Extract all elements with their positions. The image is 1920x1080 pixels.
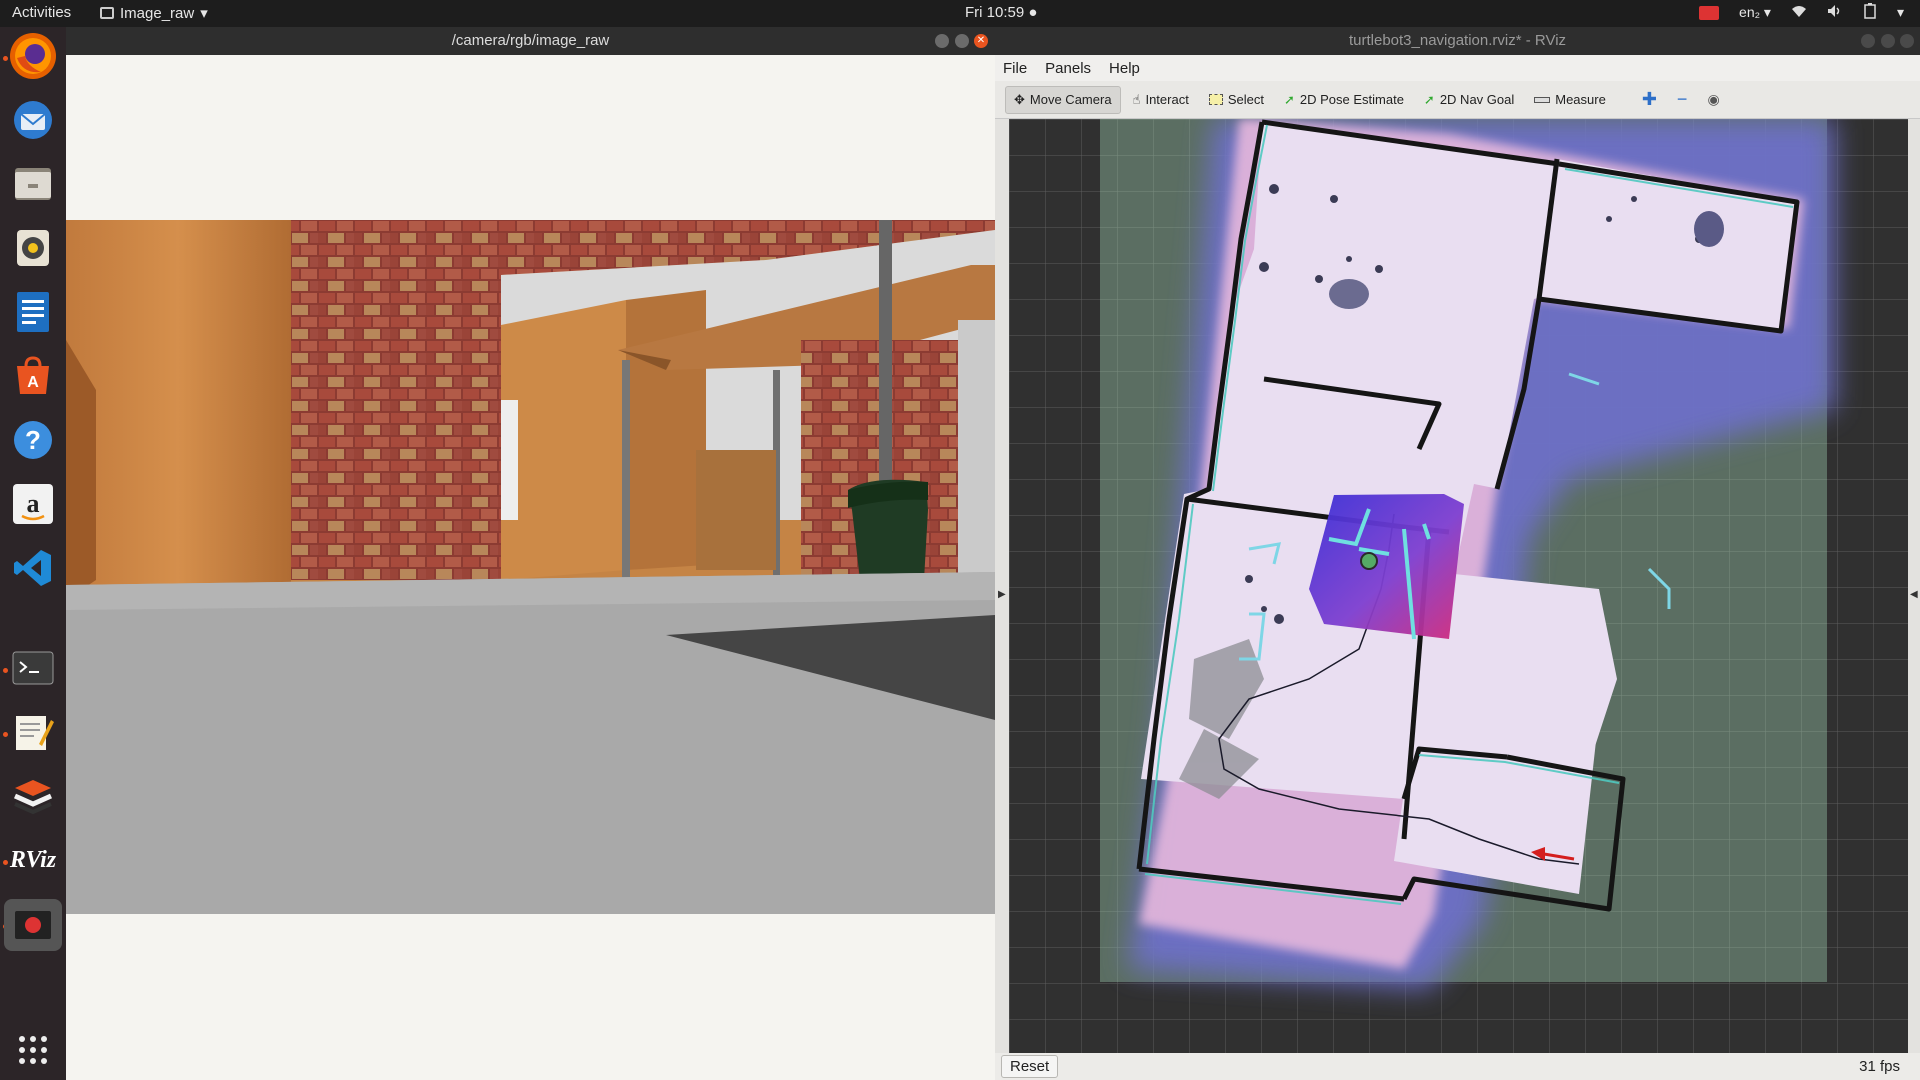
screen-recorder-icon[interactable]: [4, 899, 62, 951]
language-indicator[interactable]: en₂ ▾: [1739, 4, 1771, 21]
pose-estimate-tool[interactable]: ➚ 2D Pose Estimate: [1276, 87, 1412, 113]
screen-record-icon[interactable]: [1699, 5, 1720, 20]
plus-icon: ✚: [1641, 89, 1657, 109]
running-indicator: [3, 860, 8, 865]
volume-icon: [1827, 4, 1843, 21]
move-camera-icon: ✥: [1014, 91, 1025, 107]
window-titlebar[interactable]: /camera/rgb/image_raw ✕: [66, 27, 995, 55]
add-tool-button[interactable]: ✚: [1634, 84, 1665, 115]
chevron-right-icon: ▶: [998, 589, 1006, 600]
minus-icon: −: [1676, 89, 1688, 109]
window-title: /camera/rgb/image_raw: [451, 32, 610, 49]
interact-tool[interactable]: ☝ Interact: [1125, 87, 1197, 113]
clock[interactable]: Fri 10:59 ●: [965, 4, 1037, 21]
activities-button[interactable]: Activities: [12, 4, 71, 21]
show-applications-icon[interactable]: [10, 1027, 56, 1073]
tool-label: 2D Pose Estimate: [1299, 92, 1404, 107]
menu-help[interactable]: Help: [1109, 60, 1140, 77]
move-camera-tool[interactable]: ✥ Move Camera: [1005, 85, 1121, 114]
files-icon[interactable]: [10, 161, 56, 207]
dock: A ? a RViz: [0, 27, 66, 1080]
close-button[interactable]: ✕: [974, 34, 988, 48]
top-bar: Activities Image_raw ▾ Fri 10:59 ● en₂ ▾…: [0, 0, 1920, 27]
right-panel-collapse[interactable]: ◀: [1908, 119, 1920, 1053]
tool-label: Move Camera: [1029, 92, 1112, 107]
green-arrow-icon: ➚: [1283, 91, 1295, 107]
tool-bar: ✥ Move Camera ☝ Interact Select ➚ 2D Pos…: [995, 81, 1920, 119]
tool-label: Select: [1227, 92, 1264, 107]
firefox-icon[interactable]: [10, 33, 56, 79]
menu-panels[interactable]: Panels: [1045, 60, 1091, 77]
svg-text:a: a: [27, 489, 40, 518]
hand-icon: ☝: [1132, 91, 1141, 107]
status-bar: Reset 31 fps: [995, 1053, 1920, 1080]
thunderbird-icon[interactable]: [10, 97, 56, 143]
app-menu[interactable]: Image_raw ▾: [100, 4, 208, 22]
app-menu-label: Image_raw: [120, 4, 195, 22]
maximize-button[interactable]: [1881, 34, 1895, 48]
rviz-icon[interactable]: RViz: [10, 837, 56, 883]
system-tray[interactable]: en₂ ▾ ▾: [1699, 3, 1904, 22]
battery-icon: [1863, 3, 1877, 22]
rhythmbox-icon[interactable]: [10, 225, 56, 271]
app-window-icon: [100, 7, 114, 19]
menu-file[interactable]: File: [1003, 60, 1027, 77]
tool-label: Measure: [1555, 92, 1606, 107]
camera-image: [66, 220, 995, 914]
render-viewport[interactable]: [1009, 119, 1908, 1053]
amazon-icon[interactable]: a: [10, 481, 56, 527]
reset-button[interactable]: Reset: [1001, 1055, 1059, 1078]
chevron-left-icon: ◀: [1910, 589, 1918, 600]
select-icon: [1208, 94, 1223, 105]
vscode-icon[interactable]: [10, 545, 56, 591]
terminal-icon[interactable]: [10, 645, 56, 691]
running-indicator: [3, 56, 8, 61]
window-titlebar[interactable]: turtlebot3_navigation.rviz* - RViz: [995, 27, 1920, 55]
writer-icon[interactable]: [10, 289, 56, 335]
running-indicator: [3, 732, 8, 737]
svg-text:A: A: [27, 374, 39, 391]
close-button[interactable]: [1900, 34, 1914, 48]
ruler-icon: [1534, 96, 1551, 103]
window-title: turtlebot3_navigation.rviz* - RViz: [1348, 32, 1567, 49]
tool-label: 2D Nav Goal: [1439, 92, 1515, 107]
fps-readout: 31 fps: [1859, 1058, 1900, 1075]
help-icon[interactable]: ?: [10, 417, 56, 463]
maximize-button[interactable]: [955, 34, 969, 48]
text-editor-icon[interactable]: [10, 709, 56, 755]
software-center-icon[interactable]: A: [10, 353, 56, 399]
tool-properties-button[interactable]: ◉: [1699, 86, 1727, 113]
svg-text:?: ?: [25, 425, 41, 455]
image-view-window: /camera/rgb/image_raw ✕: [66, 27, 995, 1080]
minimize-button[interactable]: [1861, 34, 1875, 48]
green-arrow-icon: ➚: [1423, 91, 1435, 107]
chevron-down-icon: ▾: [1896, 4, 1904, 20]
chevron-down-icon: ▾: [200, 5, 208, 22]
minimize-button[interactable]: [935, 34, 949, 48]
rviz-window: turtlebot3_navigation.rviz* - RViz File …: [995, 27, 1920, 1080]
select-tool[interactable]: Select: [1201, 87, 1272, 112]
running-indicator: [3, 668, 8, 673]
remove-tool-button[interactable]: −: [1669, 84, 1696, 115]
nav-goal-tool[interactable]: ➚ 2D Nav Goal: [1416, 87, 1522, 113]
eye-icon: ◉: [1707, 91, 1720, 107]
measure-tool[interactable]: Measure: [1526, 87, 1614, 112]
books-icon[interactable]: [10, 773, 56, 819]
left-panel-collapse[interactable]: ▶: [995, 119, 1009, 1053]
menu-bar: File Panels Help: [995, 55, 1920, 81]
wifi-icon: [1791, 4, 1807, 21]
tool-label: Interact: [1145, 92, 1189, 107]
